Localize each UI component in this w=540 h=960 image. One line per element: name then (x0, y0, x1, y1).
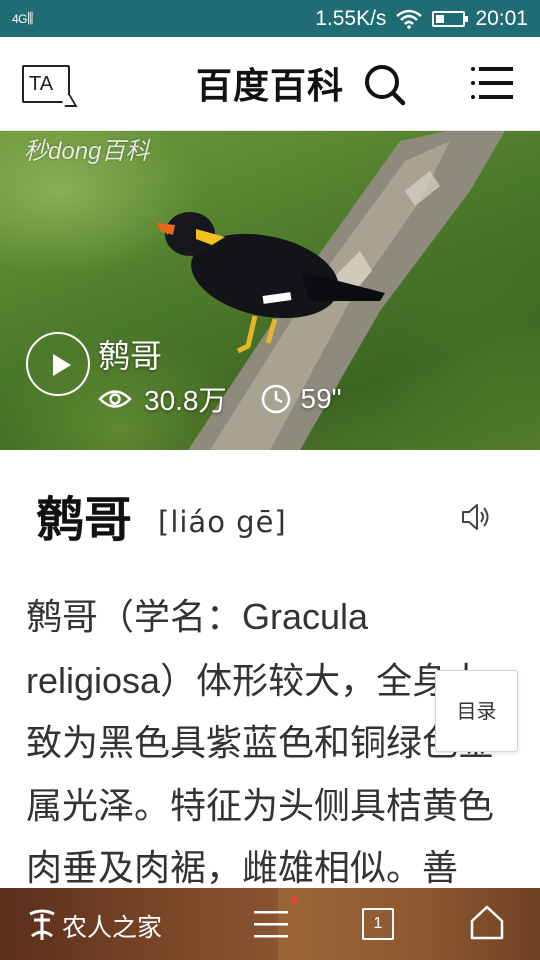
status-right-group: 1.55K/s 20:01 (315, 5, 528, 33)
bottom-nav: 农人之家 1 (0, 888, 540, 960)
ta-label: TA (29, 73, 54, 95)
notification-dot (292, 897, 298, 903)
play-button[interactable] (26, 332, 90, 396)
search-icon[interactable] (362, 62, 406, 106)
clock-icon (261, 384, 290, 414)
status-bar: 4G⫼ 1.55K/s 20:01 (0, 0, 540, 37)
video-duration: 59" (300, 383, 342, 414)
page-title: 百度百科 (196, 66, 345, 107)
video-watermark: 秒dong百科 (24, 138, 150, 165)
menu-icon[interactable] (470, 65, 514, 101)
battery-icon (432, 11, 469, 27)
entry-header: 鹩哥 [liáo gē] (0, 450, 540, 570)
summary-text-1: 鹩哥（学名： (26, 597, 243, 638)
wifi-icon (396, 9, 423, 29)
entry-pinyin: [liáo gē] (158, 505, 287, 539)
network-speed: 1.55K/s (315, 7, 387, 30)
ta-icon[interactable]: TA (22, 65, 70, 103)
video-title: 鹩哥 (98, 337, 163, 375)
home-icon[interactable] (469, 904, 505, 940)
brand-logo-icon (29, 909, 55, 940)
video-player[interactable]: 秒dong百科 鹩哥 30.8万 59" (0, 131, 540, 450)
entry-title: 鹩哥 (36, 492, 133, 548)
tabs-button[interactable]: 1 (362, 908, 394, 940)
app-header: TA 百度百科 (0, 37, 540, 131)
signal-indicator: 4G⫼ (12, 10, 33, 26)
eye-icon (98, 390, 132, 408)
brand-name: 农人之家 (62, 913, 163, 942)
brand-banner[interactable]: 农人之家 (0, 888, 278, 960)
toc-button[interactable]: 目录 (435, 670, 518, 752)
video-meta: 30.8万 59" (98, 381, 342, 417)
clock-time: 20:01 (475, 7, 528, 30)
speaker-icon[interactable] (460, 502, 492, 532)
view-count: 30.8万 (144, 385, 227, 416)
list-menu-icon[interactable] (252, 908, 290, 940)
